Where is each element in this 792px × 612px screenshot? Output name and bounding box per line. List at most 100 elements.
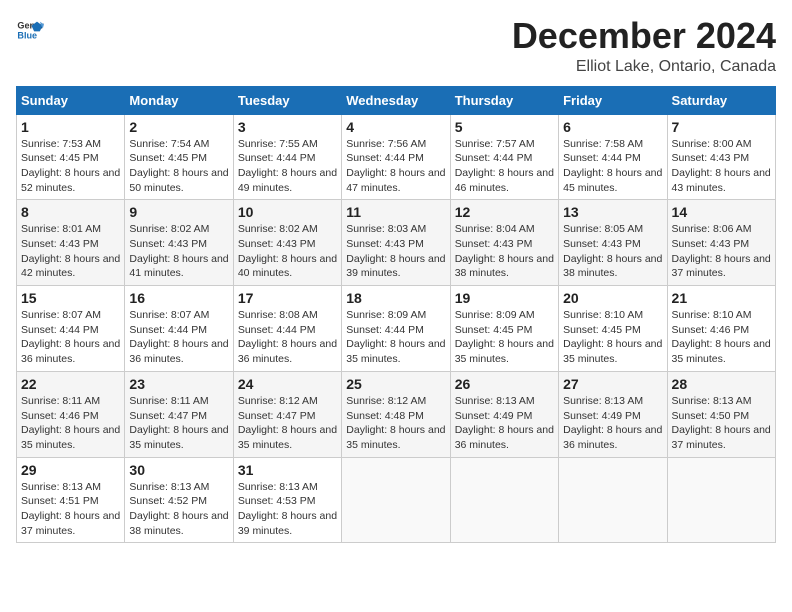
day-number: 14 [672,204,771,220]
day-number: 28 [672,376,771,392]
day-number: 2 [129,119,228,135]
day-info: Sunrise: 8:01 AMSunset: 4:43 PMDaylight:… [21,222,120,281]
table-row: 11 Sunrise: 8:03 AMSunset: 4:43 PMDayligh… [342,200,450,286]
col-monday: Monday [125,86,233,114]
day-number: 12 [455,204,554,220]
day-number: 4 [346,119,445,135]
day-info: Sunrise: 8:09 AMSunset: 4:45 PMDaylight:… [455,308,554,367]
table-row: 23 Sunrise: 8:11 AMSunset: 4:47 PMDayligh… [125,371,233,457]
table-row: 9Sunrise: 8:02 AMSunset: 4:43 PMDaylight… [125,200,233,286]
day-number: 25 [346,376,445,392]
day-info: Sunrise: 8:00 AMSunset: 4:43 PMDaylight:… [672,137,771,196]
day-number: 17 [238,290,337,306]
day-info: Sunrise: 8:13 AMSunset: 4:50 PMDaylight:… [672,394,771,453]
table-row: 3 Sunrise: 7:55 AMSunset: 4:44 PMDaylight… [233,114,341,200]
day-info: Sunrise: 8:07 AMSunset: 4:44 PMDaylight:… [21,308,120,367]
table-row: 16 Sunrise: 8:07 AMSunset: 4:44 PMDayligh… [125,286,233,372]
table-row: 24Sunrise: 8:12 AMSunset: 4:47 PMDayligh… [233,371,341,457]
day-info: Sunrise: 7:54 AMSunset: 4:45 PMDaylight:… [129,137,228,196]
day-number: 30 [129,462,228,478]
day-number: 23 [129,376,228,392]
day-info: Sunrise: 7:55 AMSunset: 4:44 PMDaylight:… [238,137,337,196]
day-info: Sunrise: 8:12 AMSunset: 4:47 PMDaylight:… [238,394,337,453]
table-row: 7 Sunrise: 8:00 AMSunset: 4:43 PMDaylight… [667,114,775,200]
day-info: Sunrise: 8:09 AMSunset: 4:44 PMDaylight:… [346,308,445,367]
col-friday: Friday [559,86,667,114]
table-row [342,457,450,543]
day-info: Sunrise: 7:58 AMSunset: 4:44 PMDaylight:… [563,137,662,196]
day-number: 31 [238,462,337,478]
col-wednesday: Wednesday [342,86,450,114]
col-saturday: Saturday [667,86,775,114]
day-number: 11 [346,204,445,220]
table-row: 1 Sunrise: 7:53 AMSunset: 4:45 PMDaylight… [17,114,125,200]
day-info: Sunrise: 8:08 AMSunset: 4:44 PMDaylight:… [238,308,337,367]
day-info: Sunrise: 8:13 AMSunset: 4:51 PMDaylight:… [21,480,120,539]
table-row: 31 Sunrise: 8:13 AMSunset: 4:53 PMDayligh… [233,457,341,543]
table-row: 21 Sunrise: 8:10 AMSunset: 4:46 PMDayligh… [667,286,775,372]
table-row [667,457,775,543]
day-number: 22 [21,376,120,392]
col-tuesday: Tuesday [233,86,341,114]
day-info: Sunrise: 7:57 AMSunset: 4:44 PMDaylight:… [455,137,554,196]
table-row: 2 Sunrise: 7:54 AMSunset: 4:45 PMDaylight… [125,114,233,200]
day-number: 13 [563,204,662,220]
day-info: Sunrise: 8:06 AMSunset: 4:43 PMDaylight:… [672,222,771,281]
day-info: Sunrise: 8:13 AMSunset: 4:53 PMDaylight:… [238,480,337,539]
table-row: 6 Sunrise: 7:58 AMSunset: 4:44 PMDaylight… [559,114,667,200]
day-number: 6 [563,119,662,135]
svg-text:Blue: Blue [17,30,37,40]
generalblue-logo-icon: General Blue [16,16,44,44]
day-info: Sunrise: 8:13 AMSunset: 4:52 PMDaylight:… [129,480,228,539]
day-number: 15 [21,290,120,306]
day-info: Sunrise: 8:11 AMSunset: 4:47 PMDaylight:… [129,394,228,453]
day-number: 9 [129,204,228,220]
day-number: 20 [563,290,662,306]
table-row: 22 Sunrise: 8:11 AMSunset: 4:46 PMDayligh… [17,371,125,457]
table-row: 25 Sunrise: 8:12 AMSunset: 4:48 PMDayligh… [342,371,450,457]
col-sunday: Sunday [17,86,125,114]
day-number: 16 [129,290,228,306]
table-row: 12Sunrise: 8:04 AMSunset: 4:43 PMDayligh… [450,200,558,286]
table-row: 28 Sunrise: 8:13 AMSunset: 4:50 PMDayligh… [667,371,775,457]
day-number: 18 [346,290,445,306]
table-row: 13 Sunrise: 8:05 AMSunset: 4:43 PMDayligh… [559,200,667,286]
day-number: 7 [672,119,771,135]
table-row: 10Sunrise: 8:02 AMSunset: 4:43 PMDayligh… [233,200,341,286]
day-number: 27 [563,376,662,392]
day-number: 19 [455,290,554,306]
day-number: 3 [238,119,337,135]
col-thursday: Thursday [450,86,558,114]
month-title: December 2024 [512,16,776,56]
table-row: 19 Sunrise: 8:09 AMSunset: 4:45 PMDayligh… [450,286,558,372]
day-info: Sunrise: 7:53 AMSunset: 4:45 PMDaylight:… [21,137,120,196]
day-info: Sunrise: 8:05 AMSunset: 4:43 PMDaylight:… [563,222,662,281]
table-row: 17 Sunrise: 8:08 AMSunset: 4:44 PMDayligh… [233,286,341,372]
table-row: 18 Sunrise: 8:09 AMSunset: 4:44 PMDayligh… [342,286,450,372]
day-info: Sunrise: 8:10 AMSunset: 4:45 PMDaylight:… [563,308,662,367]
table-row: 27 Sunrise: 8:13 AMSunset: 4:49 PMDayligh… [559,371,667,457]
table-row: 30 Sunrise: 8:13 AMSunset: 4:52 PMDayligh… [125,457,233,543]
table-row [450,457,558,543]
day-info: Sunrise: 7:56 AMSunset: 4:44 PMDaylight:… [346,137,445,196]
logo: General Blue [16,16,44,44]
table-row: 29Sunrise: 8:13 AMSunset: 4:51 PMDayligh… [17,457,125,543]
location-title: Elliot Lake, Ontario, Canada [512,58,776,76]
day-info: Sunrise: 8:13 AMSunset: 4:49 PMDaylight:… [563,394,662,453]
table-row: 14 Sunrise: 8:06 AMSunset: 4:43 PMDayligh… [667,200,775,286]
day-number: 21 [672,290,771,306]
day-info: Sunrise: 8:11 AMSunset: 4:46 PMDaylight:… [21,394,120,453]
day-number: 1 [21,119,120,135]
table-row: 15 Sunrise: 8:07 AMSunset: 4:44 PMDayligh… [17,286,125,372]
table-row: 20 Sunrise: 8:10 AMSunset: 4:45 PMDayligh… [559,286,667,372]
table-row: 5 Sunrise: 7:57 AMSunset: 4:44 PMDaylight… [450,114,558,200]
day-info: Sunrise: 8:03 AMSunset: 4:43 PMDaylight:… [346,222,445,281]
day-info: Sunrise: 8:12 AMSunset: 4:48 PMDaylight:… [346,394,445,453]
day-number: 5 [455,119,554,135]
day-info: Sunrise: 8:10 AMSunset: 4:46 PMDaylight:… [672,308,771,367]
day-info: Sunrise: 8:02 AMSunset: 4:43 PMDaylight:… [238,222,337,281]
table-row: 8Sunrise: 8:01 AMSunset: 4:43 PMDaylight… [17,200,125,286]
table-row: 4 Sunrise: 7:56 AMSunset: 4:44 PMDaylight… [342,114,450,200]
day-number: 26 [455,376,554,392]
day-info: Sunrise: 8:07 AMSunset: 4:44 PMDaylight:… [129,308,228,367]
